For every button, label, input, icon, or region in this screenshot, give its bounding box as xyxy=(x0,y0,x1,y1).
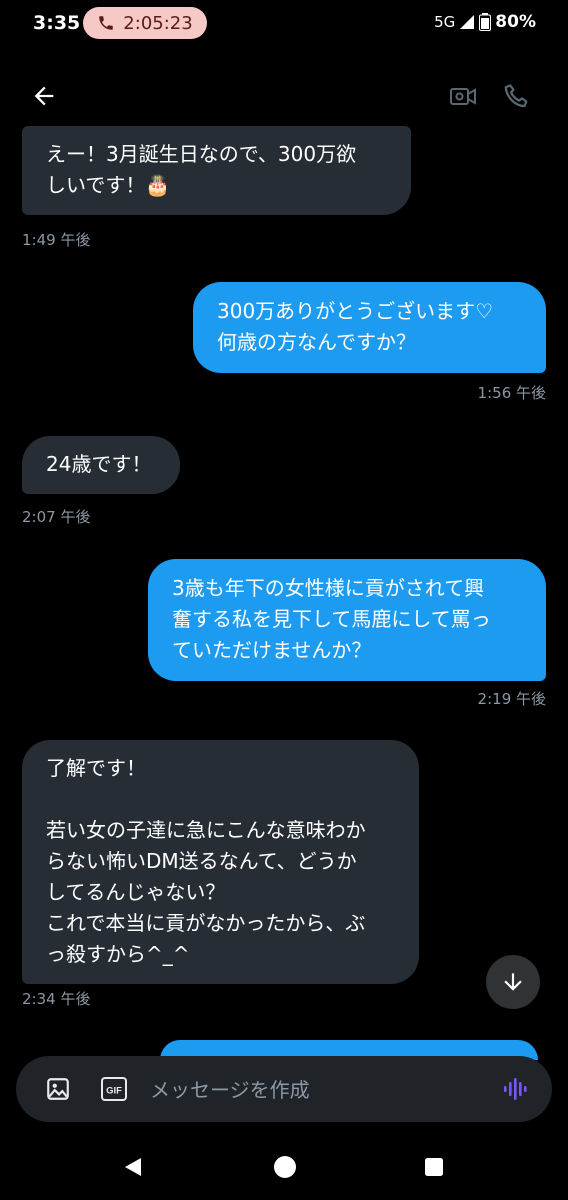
battery-icon xyxy=(479,13,492,31)
gif-icon: GIF xyxy=(101,1077,127,1101)
add-gif-button[interactable]: GIF xyxy=(98,1073,130,1105)
voice-waveform-icon xyxy=(504,1078,527,1100)
message-composer: GIF xyxy=(16,1056,552,1122)
video-call-button[interactable] xyxy=(443,76,483,116)
system-back-button[interactable] xyxy=(118,1152,148,1182)
call-timer: 2:05:23 xyxy=(123,12,193,34)
phone-icon xyxy=(504,84,528,108)
gif-label: GIF xyxy=(106,1086,122,1097)
scroll-to-bottom-button[interactable] xyxy=(486,955,540,1009)
message-bubble-incoming[interactable]: えー！3月誕生日なので、300万欲 しいです！🎂 xyxy=(22,126,411,215)
conversation-header xyxy=(0,62,568,126)
message-bubble-incoming[interactable]: 24歳です！ xyxy=(22,436,180,494)
network-label: 5G xyxy=(434,13,456,31)
video-camera-icon xyxy=(450,88,476,105)
system-navigation-bar xyxy=(0,1130,568,1200)
signal-icon xyxy=(460,15,475,29)
message-bubble-outgoing[interactable]: 300万ありがとうございます♡ 何歳の方なんですか？ xyxy=(193,282,546,373)
ongoing-call-pill[interactable]: 2:05:23 xyxy=(83,7,207,39)
triangle-back-icon xyxy=(125,1158,141,1176)
back-button[interactable] xyxy=(24,76,64,116)
status-time: 3:35 xyxy=(33,12,81,34)
square-recents-icon xyxy=(425,1158,443,1176)
message-list[interactable]: えー！3月誕生日なので、300万欲 しいです！🎂 1:49 午後 300万ありが… xyxy=(0,126,568,1044)
arrow-left-icon xyxy=(34,86,54,106)
battery-percent: 80% xyxy=(495,12,536,32)
message-timestamp: 1:49 午後 xyxy=(22,231,91,249)
voice-message-button[interactable] xyxy=(498,1073,530,1105)
message-input[interactable] xyxy=(148,1070,492,1110)
message-bubble-outgoing[interactable]: 3歳も年下の女性様に貢がされて興 奮する私を見下して馬鹿にして罵っ ていただけま… xyxy=(148,559,546,681)
message-timestamp: 1:56 午後 xyxy=(477,384,546,402)
message-timestamp: 2:19 午後 xyxy=(477,690,546,708)
arrow-down-icon xyxy=(504,973,522,991)
status-icons: 5G 80% xyxy=(434,12,536,32)
image-icon xyxy=(47,1078,69,1100)
message-timestamp: 2:07 午後 xyxy=(22,508,91,526)
add-image-button[interactable] xyxy=(42,1073,74,1105)
message-timestamp: 2:34 午後 xyxy=(22,990,91,1008)
message-bubble-incoming[interactable]: 了解です！ 若い女の子達に急にこんな意味わか らない怖いDM送るなんて、どうか … xyxy=(22,740,419,984)
voice-call-button[interactable] xyxy=(497,76,537,116)
system-home-button[interactable] xyxy=(270,1152,300,1182)
circle-home-icon xyxy=(274,1156,296,1178)
status-bar: 3:35 2:05:23 5G 80% xyxy=(0,0,568,48)
system-recents-button[interactable] xyxy=(419,1152,449,1182)
phone-call-icon xyxy=(99,16,114,30)
